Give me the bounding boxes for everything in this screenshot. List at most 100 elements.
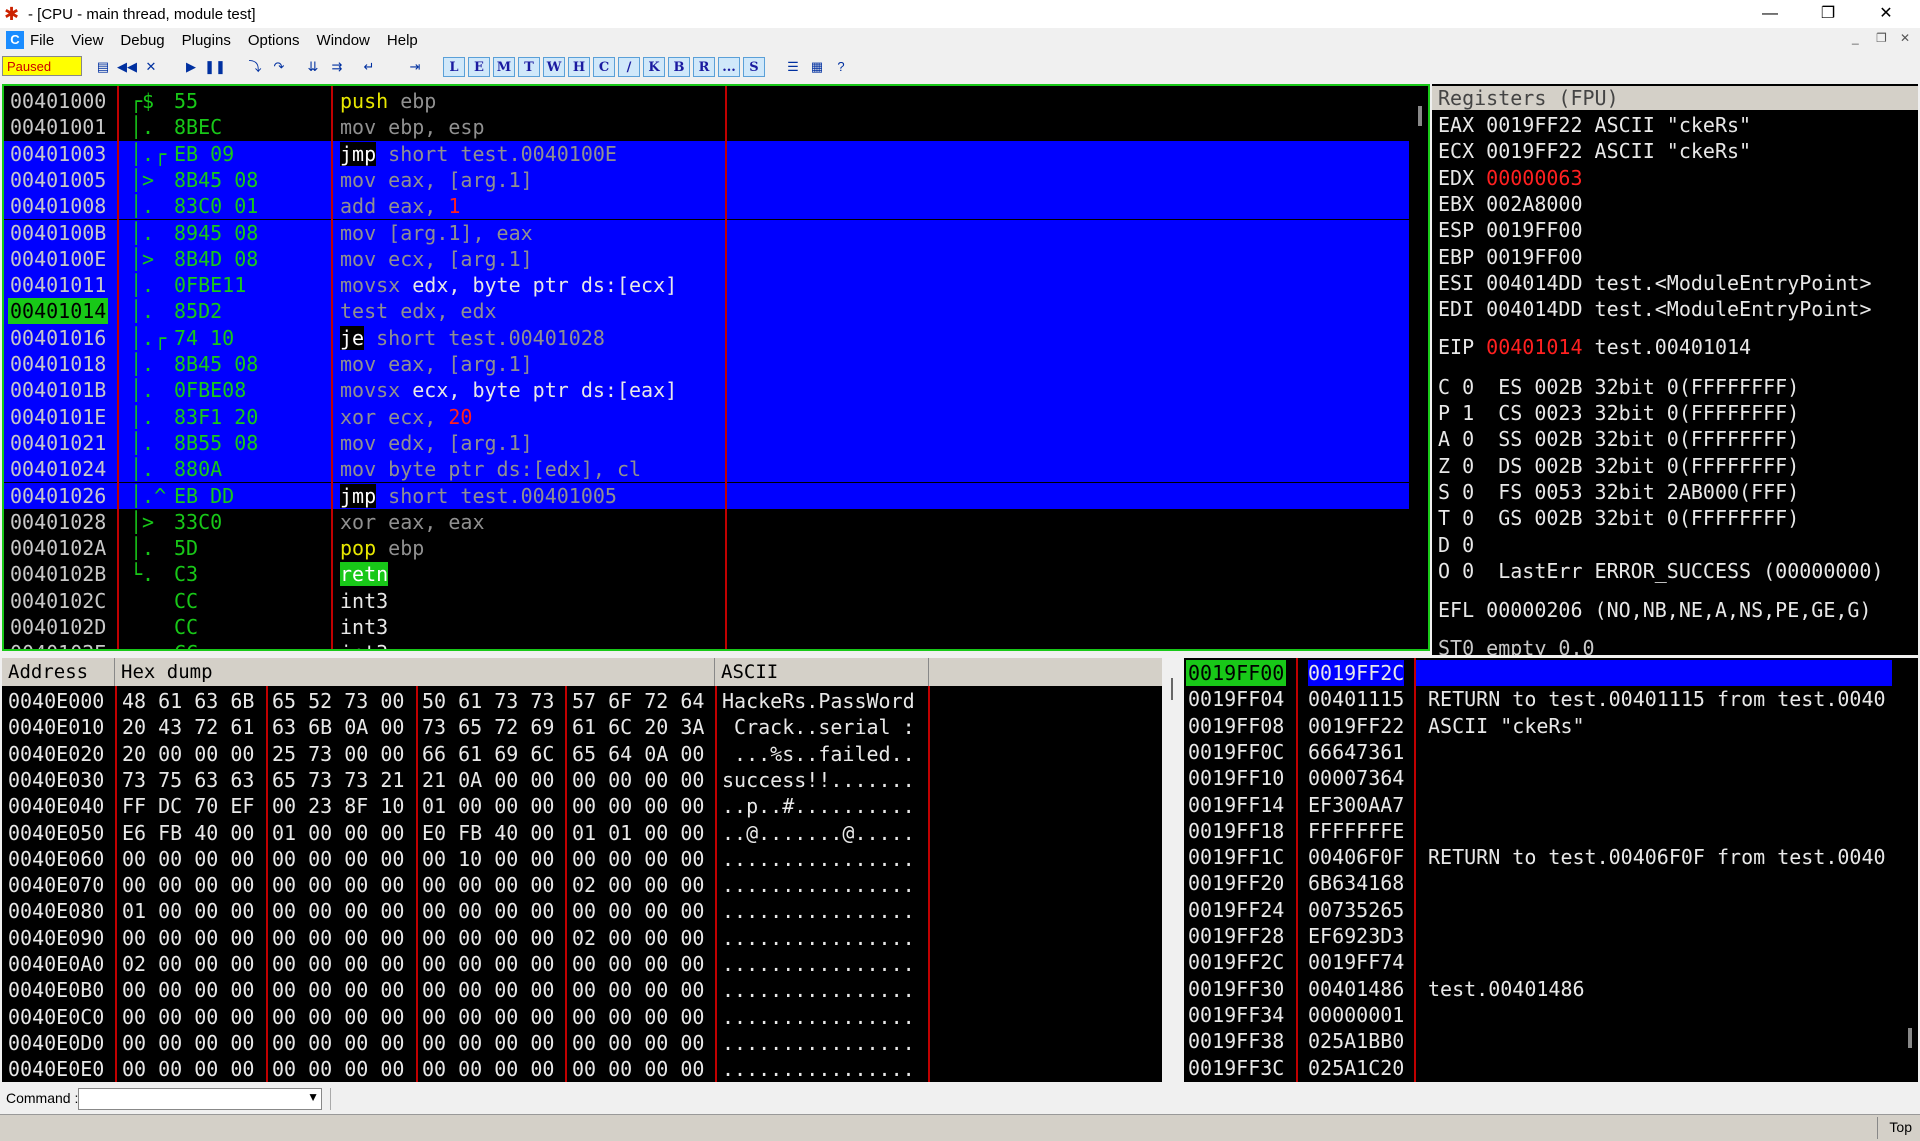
disassembly-row[interactable]: 00401005 │> 8B45 08 mov eax, [arg.1] (4, 167, 1409, 193)
dump-row[interactable]: 0040E020 20 00 00 00 25 73 00 00 66 61 69 6… (2, 741, 1162, 767)
breakpoints-button[interactable]: B (668, 57, 690, 77)
flag-row[interactable]: C 0 ES 002B 32bit 0(FFFFFFFF) (1438, 374, 1799, 400)
menu-view[interactable]: View (71, 32, 103, 49)
stack-row[interactable]: 0019FF28 EF6923D3 (1184, 923, 1904, 949)
windows-button[interactable]: W (543, 57, 565, 77)
dump-header-address[interactable]: Address (2, 658, 115, 686)
dump-header-hex[interactable]: Hex dump (115, 658, 715, 686)
disassembly-row[interactable]: 0040102D CC int3 (4, 614, 1409, 640)
grid-icon[interactable]: ▦ (806, 57, 828, 77)
disassembly-row[interactable]: 0040100B │. 8945 08 mov [arg.1], eax (4, 220, 1409, 246)
flag-row[interactable]: Z 0 DS 002B 32bit 0(FFFFFFFF) (1438, 453, 1799, 479)
flag-row[interactable]: D 0 (1438, 532, 1474, 558)
threads-window-button[interactable]: T (518, 57, 540, 77)
disassembly-row[interactable]: 00401001 │. 8BEC mov ebp, esp (4, 114, 1409, 140)
dump-row[interactable]: 0040E010 20 43 72 61 63 6B 0A 00 73 65 72 6… (2, 714, 1162, 740)
hex-dump-pane[interactable]: Address Hex dump ASCII 0040E000 48 61 63 … (2, 658, 1162, 1082)
disassembly-row[interactable]: 00401003 │.┌ EB 09 jmp short test.0040100E (4, 141, 1409, 167)
stack-row[interactable]: 0019FF3C 025A1C20 (1184, 1055, 1904, 1081)
chevron-down-icon[interactable]: ▼ (307, 1090, 319, 1104)
dump-row[interactable]: 0040E070 00 00 00 00 00 00 00 00 00 00 00 0… (2, 872, 1162, 898)
menu-file[interactable]: File (30, 32, 54, 49)
patches-button[interactable]: / (618, 57, 640, 77)
disassembly-row[interactable]: 00401021 │. 8B55 08 mov edx, [arg.1] (4, 430, 1409, 456)
disassembly-row[interactable]: 0040102A │. 5D pop ebp (4, 535, 1409, 561)
list-icon[interactable]: ☰ (782, 57, 804, 77)
disassembly-row[interactable]: 00401011 │. 0FBE11 movsx edx, byte ptr ds:[… (4, 272, 1409, 298)
mdi-minimize-icon[interactable]: _ (1852, 31, 1859, 45)
flag-row[interactable]: O 0 LastErr ERROR_SUCCESS (00000000) (1438, 558, 1884, 584)
flag-row[interactable]: A 0 SS 002B 32bit 0(FFFFFFFF) (1438, 426, 1799, 452)
scrollbar-thumb[interactable] (1418, 106, 1422, 126)
dump-row[interactable]: 0040E0B0 00 00 00 00 00 00 00 00 00 00 00 0… (2, 977, 1162, 1003)
registers-pane[interactable]: Registers (FPU) EAX 0019FF22 ASCII "ckeR… (1432, 84, 1918, 655)
dump-row[interactable]: 0040E030 73 75 63 63 65 73 73 21 21 0A 00 0… (2, 767, 1162, 793)
dump-row[interactable]: 0040E040 FF DC 70 EF 00 23 8F 10 01 00 00 0… (2, 793, 1162, 819)
trace-into-icon[interactable]: ⇊ (302, 57, 324, 77)
step-over-icon[interactable]: ↷ (268, 57, 290, 77)
stack-row[interactable]: 0019FF00 0019FF2C (1184, 660, 1904, 687)
trace-over-icon[interactable]: ⇉ (326, 57, 348, 77)
register-eax[interactable]: EAX 0019FF22 ASCII "ckeRs" (1438, 112, 1751, 138)
dump-row[interactable]: 0040E080 01 00 00 00 00 00 00 00 00 00 00 0… (2, 898, 1162, 924)
register-esi[interactable]: ESI 004014DD test.<ModuleEntryPoint> (1438, 270, 1872, 296)
dump-row[interactable]: 0040E090 00 00 00 00 00 00 00 00 00 00 00 0… (2, 925, 1162, 951)
stack-row[interactable]: 0019FF1C 00406F0F RETURN to test.00406F0F … (1184, 844, 1904, 870)
register-edi[interactable]: EDI 004014DD test.<ModuleEntryPoint> (1438, 296, 1872, 322)
mdi-restore-icon[interactable]: ❐ (1876, 31, 1887, 45)
menu-help[interactable]: Help (387, 32, 418, 49)
step-into-icon[interactable]: ⤵ (244, 57, 266, 77)
pause-icon[interactable]: ❚❚ (204, 57, 226, 77)
dump-row[interactable]: 0040E060 00 00 00 00 00 00 00 00 00 10 00 0… (2, 846, 1162, 872)
handles-button[interactable]: H (568, 57, 590, 77)
cpu-button[interactable]: C (593, 57, 615, 77)
disassembly-row[interactable]: 0040101B │. 0FBE08 movsx ecx, byte ptr ds:[… (4, 377, 1409, 403)
flag-row[interactable]: T 0 GS 002B 32bit 0(FFFFFFFF) (1438, 505, 1799, 531)
register-esp[interactable]: ESP 0019FF00 (1438, 217, 1583, 243)
disassembly-row[interactable]: 00401018 │. 8B45 08 mov eax, [arg.1] (4, 351, 1409, 377)
disassembly-row[interactable]: 00401008 │. 83C0 01 add eax, 1 (4, 193, 1409, 219)
stack-row[interactable]: 0019FF20 6B634168 (1184, 870, 1904, 896)
references-button[interactable]: R (693, 57, 715, 77)
scrollbar-thumb[interactable] (1908, 1028, 1912, 1048)
disassembly-row[interactable]: 00401026 │.^ EB DD jmp short test.00401005 (4, 483, 1409, 509)
disassembly-row[interactable]: 0040101E │. 83F1 20 xor ecx, 20 (4, 404, 1409, 430)
go-to-address-icon[interactable]: ⇥ (404, 57, 426, 77)
stack-row[interactable]: 0019FF04 00401115 RETURN to test.00401115 … (1184, 686, 1904, 712)
command-input[interactable]: ▼ (78, 1088, 322, 1110)
stack-row[interactable]: 0019FF14 EF300AA7 (1184, 792, 1904, 818)
dump-row[interactable]: 0040E0C0 00 00 00 00 00 00 00 00 00 00 00 0… (2, 1004, 1162, 1030)
disassembly-row[interactable]: 00401014 │. 85D2 test edx, edx (4, 298, 1409, 325)
disassembly-row[interactable]: 00401000 ┌$ 55 push ebp (4, 88, 1409, 114)
menu-window[interactable]: Window (317, 32, 370, 49)
dump-header-ascii[interactable]: ASCII (715, 658, 929, 686)
disassembly-row[interactable]: 00401024 │. 880A mov byte ptr ds:[edx], cl (4, 456, 1409, 482)
st0-row[interactable]: ST0 empty 0.0 (1438, 635, 1595, 655)
dump-row[interactable]: 0040E0E0 00 00 00 00 00 00 00 00 00 00 00 0… (2, 1056, 1162, 1082)
close-program-icon[interactable]: ✕ (140, 57, 162, 77)
register-ecx[interactable]: ECX 0019FF22 ASCII "ckeRs" (1438, 138, 1751, 164)
executables-window-button[interactable]: E (468, 57, 490, 77)
stack-row[interactable]: 0019FF08 0019FF22 ASCII "ckeRs" (1184, 713, 1904, 739)
disassembly-row[interactable]: 0040102C CC int3 (4, 588, 1409, 614)
efl-row[interactable]: EFL 00000206 (NO,NB,NE,A,NS,PE,GE,G) (1438, 597, 1871, 623)
stack-row[interactable]: 0019FF2C 0019FF74 (1184, 949, 1904, 975)
menu-debug[interactable]: Debug (120, 32, 164, 49)
stack-row[interactable]: 0019FF18 FFFFFFFE (1184, 818, 1904, 844)
stack-row[interactable]: 0019FF38 025A1BB0 (1184, 1028, 1904, 1054)
register-ebp[interactable]: EBP 0019FF00 (1438, 244, 1583, 270)
run-trace-button[interactable]: ... (718, 57, 740, 77)
open-icon[interactable]: ▤ (92, 57, 114, 77)
flag-row[interactable]: P 1 CS 0023 32bit 0(FFFFFFFF) (1438, 400, 1799, 426)
dump-row[interactable]: 0040E050 E6 FB 40 00 01 00 00 00 E0 FB 40 0… (2, 820, 1162, 846)
disassembly-row[interactable]: 0040102E CC int3 (4, 640, 1409, 649)
rewind-icon[interactable]: ◀◀ (116, 57, 138, 77)
disassembly-pane[interactable]: 00401000 ┌$ 55 push ebp 00401001 │. 8BEC mov eb… (2, 84, 1430, 651)
disassembly-row[interactable]: 0040100E │> 8B4D 08 mov ecx, [arg.1] (4, 246, 1409, 272)
minimize-button[interactable]: — (1742, 0, 1798, 28)
menu-options[interactable]: Options (248, 32, 300, 49)
dump-row[interactable]: 0040E0A0 02 00 00 00 00 00 00 00 00 00 00 0… (2, 951, 1162, 977)
mdi-close-icon[interactable]: ✕ (1900, 31, 1910, 45)
disassembly-row[interactable]: 00401028 │> 33C0 xor eax, eax (4, 509, 1409, 535)
dump-row[interactable]: 0040E000 48 61 63 6B 65 52 73 00 50 61 73 7… (2, 688, 1162, 714)
